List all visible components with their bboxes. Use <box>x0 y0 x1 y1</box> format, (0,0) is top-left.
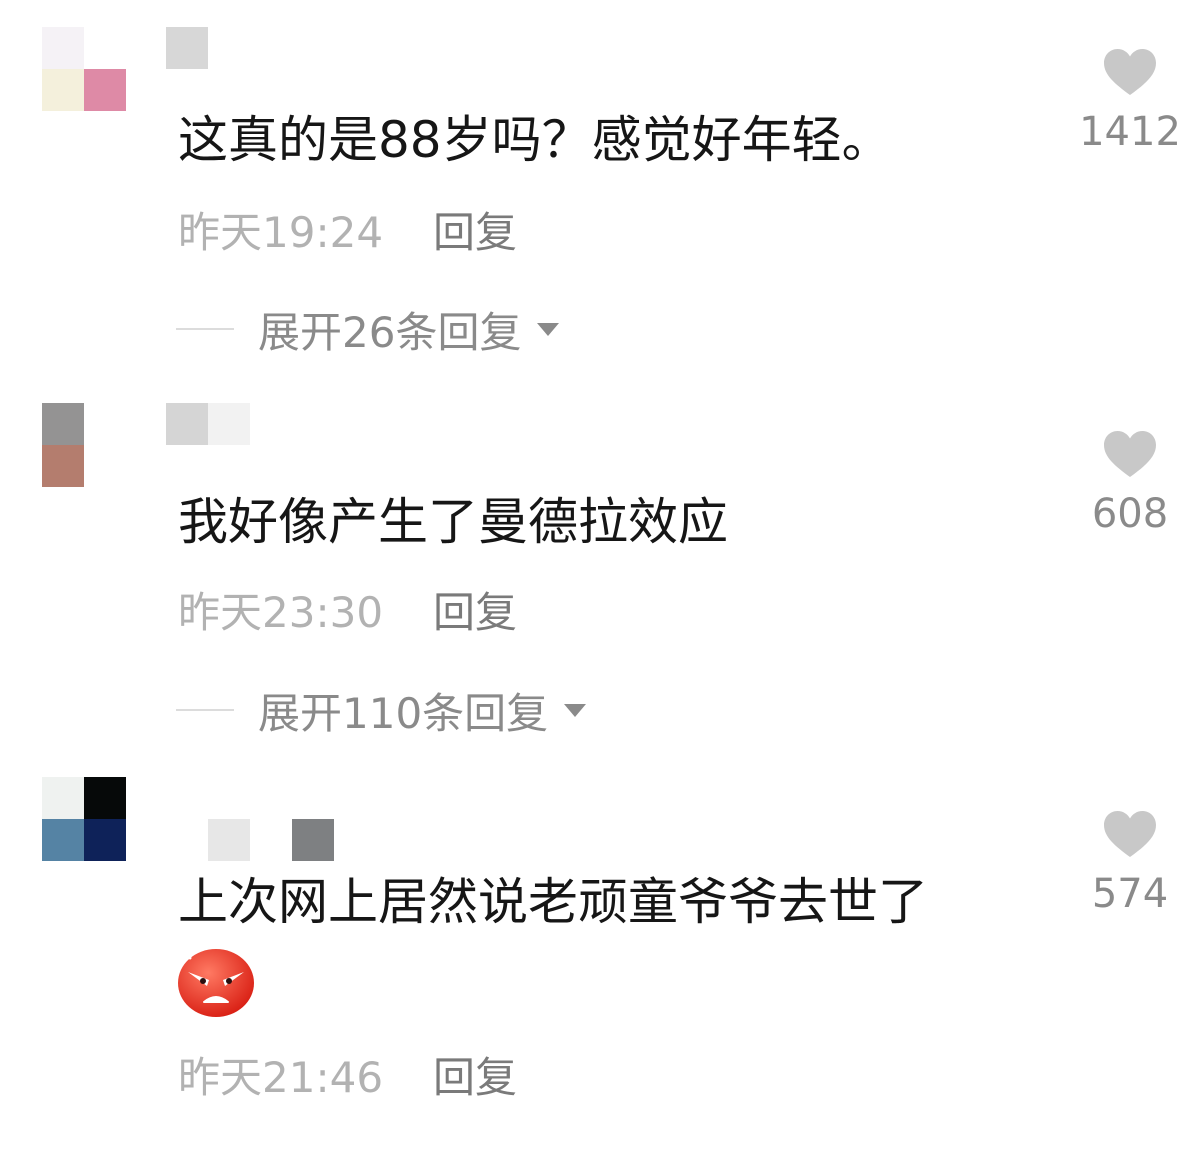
avatar-pixel <box>84 819 126 861</box>
reply-button[interactable]: 回复 <box>433 588 517 637</box>
heart-icon <box>1104 49 1156 95</box>
like-button[interactable]: 1412 <box>1070 48 1190 156</box>
avatar[interactable] <box>42 27 126 111</box>
comment-time: 昨天21:46 <box>178 1053 384 1102</box>
caret-down-icon <box>564 703 587 717</box>
username-pixel <box>208 819 250 861</box>
reply-button[interactable]: 回复 <box>433 1053 517 1102</box>
comment-text: 我好像产生了曼德拉效应 <box>178 493 728 551</box>
comment-meta: 昨天23:30 回复 <box>178 587 517 639</box>
angry-face-emoji <box>176 944 256 1022</box>
username-pixel <box>292 819 334 861</box>
like-button[interactable]: 574 <box>1070 810 1190 918</box>
username[interactable] <box>166 403 250 445</box>
reply-button[interactable]: 回复 <box>433 208 517 257</box>
caret-down-icon <box>537 322 560 336</box>
divider-line <box>176 709 234 711</box>
avatar-pixel <box>42 445 84 487</box>
expand-replies-button[interactable]: 展开110条回复 <box>176 684 587 738</box>
comment-time: 昨天23:30 <box>178 588 384 637</box>
avatar-pixel <box>42 27 84 69</box>
like-count: 608 <box>1091 491 1169 537</box>
expand-replies-label: 展开110条回复 <box>258 688 549 738</box>
avatar-pixel <box>42 69 84 111</box>
like-count: 574 <box>1091 871 1169 917</box>
avatar[interactable] <box>42 777 126 861</box>
avatar-pixel <box>84 777 126 819</box>
username-pixel <box>166 403 208 445</box>
heart-icon <box>1104 811 1156 857</box>
divider-line <box>176 328 234 330</box>
avatar-pixel <box>84 445 126 487</box>
heart-icon <box>1104 431 1156 477</box>
comment-text: 上次网上居然说老顽童爷爷去世了 <box>178 873 928 931</box>
comment-meta: 昨天21:46 回复 <box>178 1052 517 1104</box>
username[interactable] <box>208 819 334 861</box>
avatar[interactable] <box>42 403 126 487</box>
username[interactable] <box>166 27 208 69</box>
username-pixel <box>208 403 250 445</box>
comment-text: 这真的是88岁吗？感觉好年轻。 <box>178 111 892 169</box>
avatar-pixel <box>84 27 126 69</box>
comment-time: 昨天19:24 <box>178 208 384 257</box>
avatar-pixel <box>84 403 126 445</box>
avatar-pixel <box>42 403 84 445</box>
username-pixel <box>250 819 292 861</box>
like-count: 1412 <box>1079 109 1181 155</box>
username-pixel <box>166 27 208 69</box>
avatar-pixel <box>42 819 84 861</box>
comment-meta: 昨天19:24 回复 <box>178 207 517 259</box>
expand-replies-button[interactable]: 展开26条回复 <box>176 303 560 357</box>
avatar-pixel <box>42 777 84 819</box>
expand-replies-label: 展开26条回复 <box>258 307 522 357</box>
avatar-pixel <box>84 69 126 111</box>
like-button[interactable]: 608 <box>1070 430 1190 538</box>
